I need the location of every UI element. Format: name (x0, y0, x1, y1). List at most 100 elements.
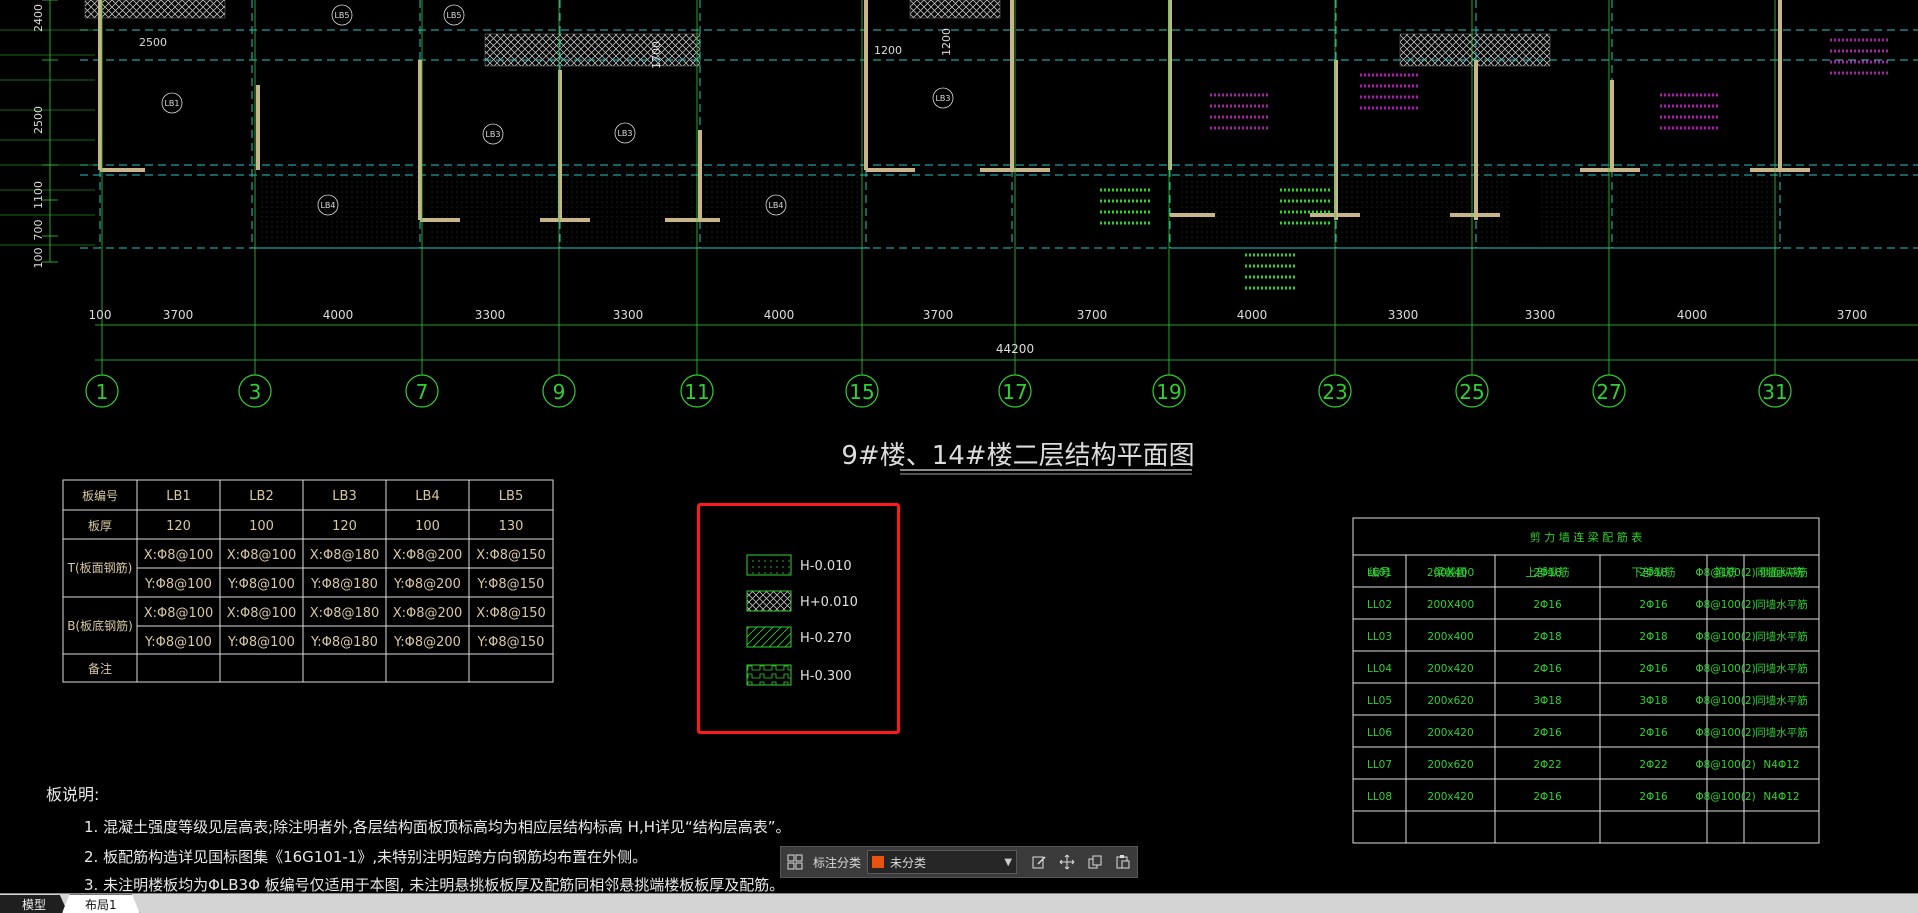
beam-table-cell: Φ8@100(2) (1695, 695, 1755, 707)
slab-top-y: Y:Φ8@100 (227, 577, 295, 592)
chevron-down-icon: ▼ (1004, 856, 1013, 868)
beam-table-cell: 2Φ22 (1639, 759, 1667, 771)
slab-table-header: LB3 (332, 489, 356, 504)
beam-table-cell: 2Φ16 (1533, 727, 1562, 739)
left-dim: 700 (32, 220, 45, 241)
annotation-toolbar: 标注分类 未分类 ▼ (780, 846, 1138, 878)
slab-notes: 板说明: 1. 混凝土强度等级见层高表;除注明者外,各层结构面板顶标高均为相应层… (46, 785, 791, 893)
beam-table-cell: 200x420 (1427, 727, 1473, 739)
slab-mark: LB5 (446, 11, 461, 20)
slab-thickness: 100 (415, 519, 440, 534)
notes-title: 板说明: (46, 785, 99, 804)
annotation-category-select[interactable]: 未分类 ▼ (867, 850, 1018, 874)
axis-label: 3 (249, 380, 262, 404)
cad-drawing-canvas[interactable]: 240025001100700100100 3700 4000 3300 3300 400… (0, 0, 1918, 893)
slab-bot-x: X:Φ8@100 (227, 606, 297, 621)
beam-table-cell: 同墙水平筋 (1755, 566, 1808, 579)
beam-table-cell: 200x420 (1427, 663, 1473, 675)
beam-table-cell: 2Φ16 (1639, 727, 1668, 739)
annotation-category-label: 标注分类 (813, 855, 862, 870)
paste-icon[interactable] (1109, 848, 1137, 876)
slab-mark: LB1 (164, 99, 179, 108)
slab-bot-y: Y:Φ8@100 (227, 635, 295, 650)
axis-label: 17 (1002, 380, 1027, 404)
beam-table-cell: 2Φ16 (1533, 663, 1562, 675)
beam-table-cell: LL05 (1367, 695, 1392, 707)
slab-top-y: Y:Φ8@100 (144, 577, 212, 592)
slab-bot-y: Y:Φ8@150 (477, 635, 545, 650)
axis-label: 11 (684, 380, 709, 404)
left-dim: 2500 (32, 106, 45, 134)
annotation-category-value: 未分类 (890, 855, 927, 870)
beam-table-cell: 2Φ16 (1639, 791, 1668, 803)
beam-table-cell: 3Φ18 (1533, 695, 1561, 707)
slab-bot-x: X:Φ8@100 (144, 606, 214, 621)
slab-top-x: X:Φ8@200 (393, 548, 463, 563)
slab-top-y: Y:Φ8@150 (477, 577, 545, 592)
beam-table-cell: Φ8@100(2) (1695, 791, 1755, 803)
remark-label: 备注 (88, 661, 112, 676)
total-dim: 44200 (996, 342, 1034, 356)
edit-icon[interactable] (1025, 848, 1053, 876)
category-color-swatch (872, 856, 885, 868)
coupling-beam-table: 剪 力 墙 连 梁 配 筋 表编号 梁截面 上部纵筋 下部纵筋 箍筋 侧面纵筋LL01 20… (1352, 517, 1820, 844)
note-line-1: 1. 混凝土强度等级见层高表;除注明者外,各层结构面板顶标高均为相应层结构标高 … (84, 818, 791, 836)
move-icon[interactable] (1053, 848, 1081, 876)
axis-label: 25 (1459, 380, 1484, 404)
axis-dim: 4000 (323, 308, 354, 322)
grid-icon[interactable] (781, 848, 809, 876)
axis-label: 15 (849, 380, 874, 404)
slab-table-header: LB2 (249, 489, 273, 504)
left-dim: 100 (32, 248, 45, 269)
tab-model[interactable]: 模型 (0, 895, 69, 913)
top-label: T(板面钢筋) (67, 560, 133, 575)
slab-reinforcement-table: 板编号 LB1 120 X:Φ8@100 Y:Φ8@100 X:Φ8@100 Y:Φ8@10… (62, 479, 554, 683)
slab-mark: LB3 (485, 130, 500, 139)
beam-table-cell: 同墙水平筋 (1755, 598, 1808, 611)
slab-bot-x: X:Φ8@150 (476, 606, 546, 621)
beam-table-cell: 200x620 (1427, 695, 1473, 707)
beam-table-cell: 200x620 (1427, 759, 1473, 771)
beam-table-cell: LL07 (1367, 759, 1392, 771)
beam-table-cell: Φ8@100(2) (1695, 567, 1755, 579)
beam-table-cell: 2Φ18 (1639, 567, 1667, 579)
beam-table-cell: 2Φ22 (1533, 759, 1561, 771)
beam-table-cell: LL01 (1367, 567, 1392, 579)
tab-layout1[interactable]: 布局1 (62, 894, 140, 913)
beam-table-cell: 2Φ16 (1639, 599, 1668, 611)
slab-thickness: 130 (499, 519, 524, 534)
beam-table-cell: N4Φ12 (1763, 791, 1799, 803)
slab-thickness: 100 (249, 519, 274, 534)
beam-table-cell: Φ8@100(2) (1695, 727, 1755, 739)
beam-table-cell: 同墙水平筋 (1755, 662, 1808, 675)
axis-dim: 100 (89, 308, 112, 322)
axis-dim: 4000 (1237, 308, 1268, 322)
slab-table-header: LB4 (415, 489, 439, 504)
copy-icon[interactable] (1081, 848, 1109, 876)
note-line-2: 2. 板配筋构造详见国标图集《16G101-1》,未特别注明短跨方向钢筋均布置在… (84, 848, 647, 866)
slab-bot-y: Y:Φ8@200 (393, 635, 461, 650)
beam-table-cell: LL03 (1367, 631, 1392, 643)
axis-dim: 3700 (1077, 308, 1108, 322)
axis-dim: 3300 (613, 308, 644, 322)
left-dim: 2400 (32, 4, 45, 32)
bottom-label: B(板底钢筋) (67, 618, 133, 633)
beam-table-cell: 2Φ16 (1533, 599, 1562, 611)
beam-table-cell: 200x420 (1427, 791, 1473, 803)
misc-dim: 1700 (650, 41, 663, 69)
highlight-box (697, 503, 900, 734)
axis-dim: 3700 (163, 308, 194, 322)
slab-table-header: 板编号 (82, 488, 118, 503)
beam-table-cell: 同墙水平筋 (1755, 726, 1808, 739)
slab-bot-x: X:Φ8@180 (310, 606, 380, 621)
misc-dim: 1200 (874, 44, 902, 57)
slab-mark: LB4 (320, 201, 335, 210)
tab-layout1-label: 布局1 (85, 897, 117, 912)
axis-dim: 4000 (1677, 308, 1708, 322)
note-line-3: 3. 未注明楼板均为ΦLB3Φ 板编号仅适用于本图, 未注明悬挑板板厚及配筋同相… (84, 876, 784, 893)
beam-table-cell: Φ8@100(2) (1695, 599, 1755, 611)
misc-dim: 2500 (139, 36, 167, 49)
slab-bot-y: Y:Φ8@100 (144, 635, 212, 650)
beam-table-cell: LL06 (1367, 727, 1392, 739)
axis-dim: 3300 (475, 308, 506, 322)
